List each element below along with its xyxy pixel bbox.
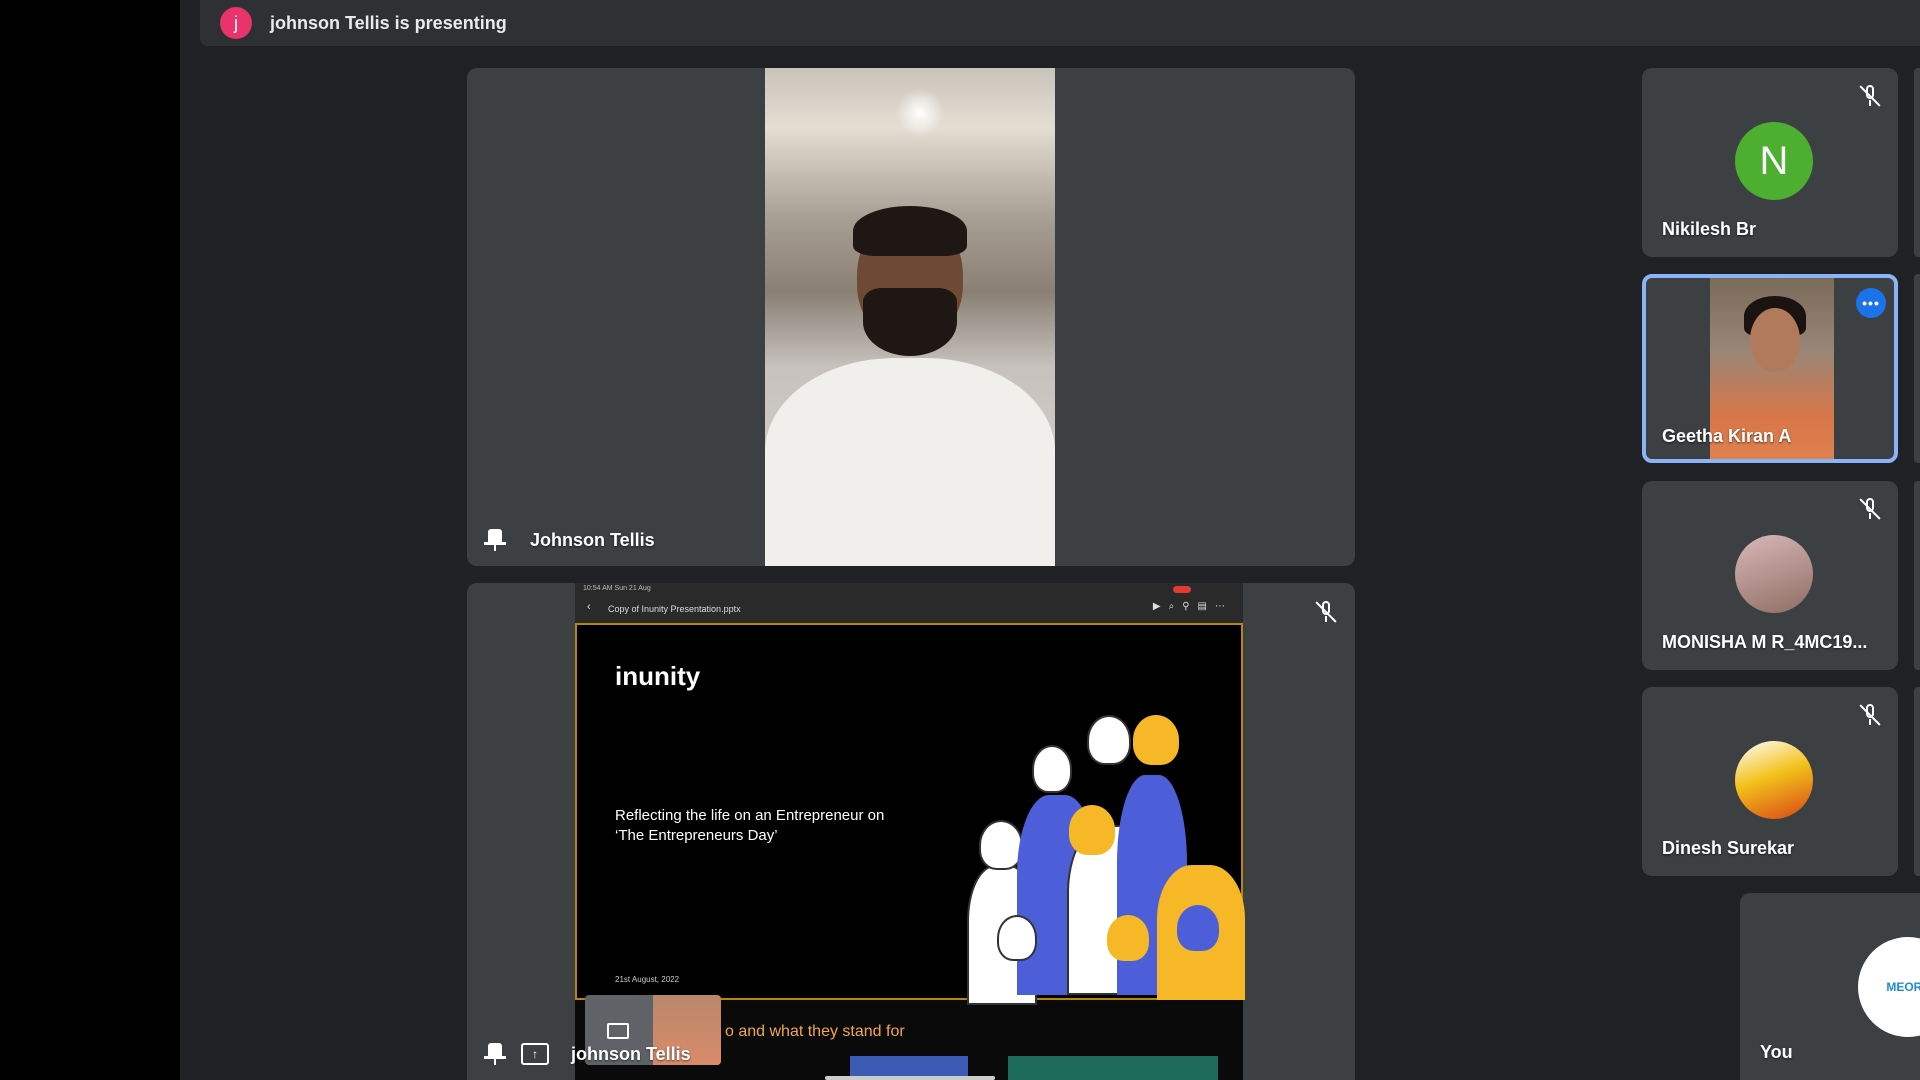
next-column-edge [1914,274,1920,463]
back-arrow-icon: ‹ [587,601,591,613]
slide-date: 21st August, 2022 [615,975,680,984]
presenting-text: johnson Tellis is presenting [270,12,507,33]
shared-doc-title: Copy of Inunity Presentation.pptx [608,604,741,614]
participant-tile[interactable]: N Nikilesh Br [1642,68,1898,257]
participant-name: Nikilesh Br [1662,219,1757,239]
left-black-area [0,0,180,1080]
share-name-label: johnson Tellis [571,1044,691,1064]
crowd-illustration [957,715,1245,1005]
slide-text-line2: ‘The Entrepreneurs Day’ [615,827,778,844]
present-screen-icon [607,1023,629,1039]
participant-tile[interactable]: MONISHA M R_4MC19... [1642,481,1898,670]
ceiling-light [895,88,945,138]
participant-name: MONISHA M R_4MC19... [1662,632,1868,652]
mic-off-icon [1858,84,1882,108]
presenter-name-label: Johnson Tellis [530,530,655,550]
next-column-edge [1914,687,1920,876]
shared-green-bar [1008,1056,1218,1080]
next-column-edge [1914,68,1920,257]
avatar: N [1735,122,1813,200]
presenter-avatar: j [220,7,252,39]
presenter-camera-tile[interactable]: Johnson Tellis [467,68,1355,566]
shared-toolbar-icons: ▶⌕⚲▤⋯ [1152,601,1233,612]
pin-icon[interactable] [484,1043,506,1065]
avatar [1735,535,1813,613]
shared-screen: 10:54 AM Sun 21 Aug ‹ Copy of Inunity Pr… [575,583,1245,1080]
shared-scroll-indicator [825,1076,995,1080]
presentation-slide: inunity Reflecting the life on an Entrep… [575,623,1245,1005]
presenter-shirt [765,358,1055,566]
participant-name: Geetha Kiran A [1662,426,1792,446]
mic-off-icon [1858,497,1882,521]
screen-share-tile[interactable]: 10:54 AM Sun 21 Aug ‹ Copy of Inunity Pr… [467,583,1355,1080]
participant-tile[interactable]: Dinesh Surekar [1642,687,1898,876]
next-column-edge [1914,481,1920,670]
mic-off-icon [1858,703,1882,727]
more-options-button[interactable]: ••• [1856,288,1886,318]
presenter-beard [863,288,957,356]
participant-tile-speaking[interactable]: ••• Geetha Kiran A [1642,274,1898,463]
self-avatar: MEORT [1858,937,1920,1037]
slide-text-line1: Reflecting the life on an Entrepreneur o… [615,807,885,824]
participant-name: Dinesh Surekar [1662,838,1795,858]
participant-face [1750,308,1800,372]
recording-indicator [1173,586,1191,593]
avatar [1735,741,1813,819]
mic-off-icon [1314,600,1338,624]
presenter-video [765,68,1055,566]
slide-logo: inunity [615,661,701,691]
self-name: You [1760,1042,1793,1062]
self-tile[interactable]: MEORT You [1740,893,1920,1080]
shared-app-topbar: 10:54 AM Sun 21 Aug ‹ Copy of Inunity Pr… [575,583,1243,623]
presenting-banner: j johnson Tellis is presenting [200,0,1920,46]
shared-status-bar: 10:54 AM Sun 21 Aug [583,585,651,592]
presenter-hair [853,206,967,256]
caption-text: o and what they stand for [725,1023,905,1040]
pin-icon[interactable] [484,529,506,551]
presentation-icon: ↑ [521,1043,549,1065]
